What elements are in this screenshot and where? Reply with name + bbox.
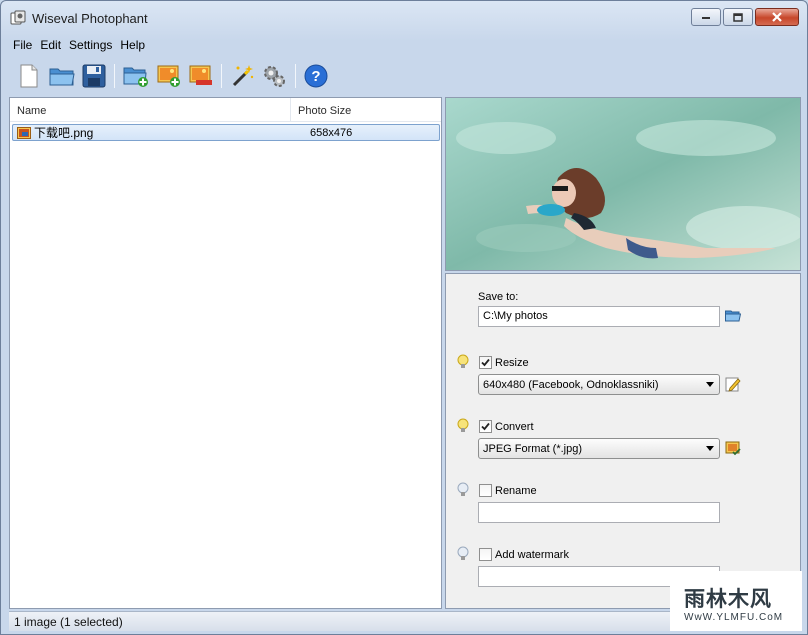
resize-checkbox[interactable] [479,356,492,369]
lightbulb-on-icon [457,418,469,432]
check-icon [481,422,490,431]
resize-select-value: 640x480 (Facebook, Odnoklassniki) [483,379,659,391]
dropdown-arrow-icon [706,382,714,387]
status-text: 1 image (1 selected) [14,615,123,629]
magic-wand-button[interactable] [228,62,256,90]
lightbulb-on-icon [457,354,469,368]
help-icon: ? [304,64,328,88]
remove-image-button[interactable] [187,62,215,90]
save-to-field[interactable]: C:\My photos [478,306,720,327]
save-button[interactable] [80,62,108,90]
close-icon [772,12,782,22]
app-window: Wiseval Photophant File Edit Settings He… [0,0,808,635]
table-row[interactable]: 下载吧.png 658x476 [12,124,440,141]
new-icon [20,64,38,88]
watermark-label: Add watermark [495,549,569,561]
svg-text:?: ? [311,68,320,85]
restore-button[interactable] [723,8,753,26]
app-logo-icon [10,10,26,25]
open-button[interactable] [48,62,76,90]
toolbar-separator [114,64,115,88]
column-header-photo-size[interactable]: Photo Size [291,98,441,121]
image-preview [445,97,801,271]
watermark-logo-url: WwW.YLMFU.CoM [684,612,784,623]
convert-format-select[interactable]: JPEG Format (*.jpg) [478,438,720,459]
file-name: 下载吧.png [34,126,94,140]
list-header: Name Photo Size [10,98,441,122]
browse-folder-icon [725,310,741,322]
resize-label: Resize [495,357,529,369]
file-list[interactable]: Name Photo Size 下载吧.png 658x476 [9,97,442,609]
add-image-button[interactable] [155,62,183,90]
restore-icon [733,12,743,22]
open-folder-icon [49,68,75,86]
file-photo-size: 658x476 [310,126,353,139]
menu-bar: File Edit Settings Help [9,35,149,55]
title-bar[interactable]: Wiseval Photophant [1,1,807,33]
minimize-button[interactable] [691,8,721,26]
convert-checkbox[interactable] [479,420,492,433]
watermark-logo-text: 雨林木风 [684,587,772,611]
window-title: Wiseval Photophant [32,11,148,26]
browse-folder-button[interactable] [724,307,742,325]
convert-label: Convert [495,421,534,433]
lightbulb-off-icon [457,546,469,560]
add-image-icon [157,65,180,87]
edit-pencil-icon [725,377,741,392]
dropdown-arrow-icon [706,446,714,451]
menu-file[interactable]: File [9,35,36,55]
menu-edit[interactable]: Edit [36,35,65,55]
settings-button[interactable] [260,62,288,90]
rename-checkbox[interactable] [479,484,492,497]
save-to-label: Save to: [478,291,519,303]
help-button[interactable]: ? [302,62,330,90]
add-folder-button[interactable] [122,62,150,90]
toolbar-separator [221,64,222,88]
column-header-name[interactable]: Name [10,98,291,121]
settings-gears-icon [264,66,285,87]
resize-select[interactable]: 640x480 (Facebook, Odnoklassniki) [478,374,720,395]
magic-wand-icon [232,65,254,87]
menu-settings[interactable]: Settings [65,35,116,55]
add-folder-icon [123,67,148,87]
edit-resize-button[interactable] [724,375,742,393]
toolbar: ? [9,59,801,95]
image-file-icon [17,126,31,139]
save-icon [82,64,106,88]
check-icon [481,358,490,367]
minimize-icon [702,17,710,19]
format-options-icon [725,441,741,456]
format-options-button[interactable] [724,439,742,457]
site-watermark-logo: 雨林木风 WwW.YLMFU.CoM [670,571,802,631]
toolbar-separator [295,64,296,88]
watermark-checkbox[interactable] [479,548,492,561]
new-button[interactable] [15,62,43,90]
close-button[interactable] [755,8,799,26]
rename-label: Rename [495,485,537,497]
lightbulb-off-icon [457,482,469,496]
rename-pattern-field[interactable] [478,502,720,523]
settings-panel: Save to: C:\My photos Resize 640x480 (Fa… [445,273,801,609]
menu-help[interactable]: Help [116,35,149,55]
right-panel: Save to: C:\My photos Resize 640x480 (Fa… [445,97,801,609]
remove-image-icon [189,65,212,85]
convert-format-value: JPEG Format (*.jpg) [483,443,583,455]
preview-photo [446,98,800,270]
